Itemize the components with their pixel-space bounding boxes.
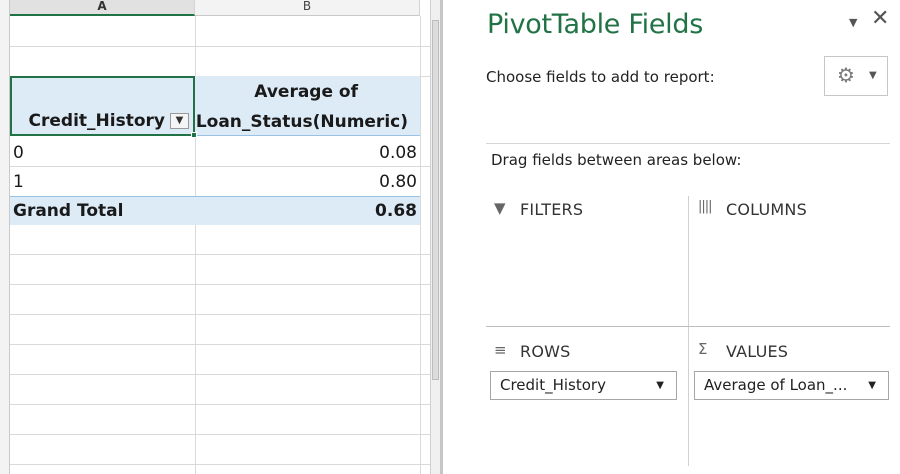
close-icon[interactable]: ✕ [871, 8, 889, 30]
row-header-label: Credit_History [28, 111, 165, 131]
filter-dropdown-icon[interactable]: ▼ [170, 113, 189, 129]
grid-line [420, 16, 421, 474]
pivot-value-header-cell[interactable]: Average of Loan_Status(Numeric) [195, 76, 420, 136]
sigma-icon: Σ [698, 340, 708, 358]
chevron-down-icon[interactable]: ▼ [868, 380, 876, 391]
columns-area-label: COLUMNS [726, 200, 807, 219]
selection-fill-handle[interactable] [191, 132, 197, 138]
value-header-line2: Loan_Status(Numeric) [195, 112, 408, 132]
grid-line [10, 314, 430, 315]
divider [486, 143, 890, 144]
grid-line [10, 434, 430, 435]
row-value-0[interactable]: 0.08 [379, 143, 417, 163]
row-label-0[interactable]: 0 [13, 143, 24, 163]
grand-total-value: 0.68 [375, 201, 417, 221]
values-area-label: VALUES [726, 342, 789, 361]
filter-icon: ▼ [494, 199, 506, 217]
pivottable-fields-pane: PivotTable Fields ▼ ✕ Choose fields to a… [440, 0, 900, 474]
grid-line [10, 344, 430, 345]
values-field-label: Average of Loan_... [704, 376, 848, 394]
drag-fields-label: Drag fields between areas below: [491, 151, 742, 169]
grid-line [10, 404, 430, 405]
rows-field-chip[interactable]: Credit_History ▼ [490, 371, 677, 400]
rows-area-label: ROWS [520, 342, 571, 361]
grid-line [10, 46, 430, 47]
spreadsheet-grid[interactable]: A B Average of Loan_Status(Numeric) Cred… [0, 0, 440, 474]
row-label-1[interactable]: 1 [13, 172, 24, 192]
grid-line [10, 254, 430, 255]
grid-line [10, 464, 430, 465]
grid-line [10, 284, 430, 285]
chevron-down-icon[interactable]: ▼ [849, 16, 857, 29]
scrollbar-thumb[interactable] [432, 20, 439, 380]
choose-fields-label: Choose fields to add to report: [486, 68, 715, 86]
chevron-down-icon: ▼ [869, 70, 877, 81]
column-header-b[interactable]: B [195, 0, 420, 16]
columns-icon: |||| [698, 199, 712, 214]
value-header-line1: Average of [254, 82, 358, 102]
row-value-1[interactable]: 0.80 [379, 172, 417, 192]
grid-line [10, 374, 430, 375]
rows-field-label: Credit_History [500, 376, 606, 394]
filters-area-label: FILTERS [520, 200, 584, 219]
vertical-scrollbar[interactable] [430, 0, 440, 474]
column-header-a[interactable]: A [10, 0, 195, 16]
row-header-strip [0, 0, 10, 474]
rows-icon: ≡ [494, 341, 507, 359]
values-field-chip[interactable]: Average of Loan_... ▼ [694, 371, 889, 400]
grid-line [10, 166, 430, 167]
grand-total-label: Grand Total [13, 201, 124, 221]
chevron-down-icon[interactable]: ▼ [656, 380, 664, 391]
grand-total-row[interactable]: Grand Total 0.68 [10, 196, 420, 225]
area-divider-vertical [688, 196, 689, 466]
gear-icon: ⚙ [837, 63, 855, 87]
area-divider-horizontal [486, 326, 890, 327]
pane-title: PivotTable Fields [487, 9, 703, 40]
tools-button[interactable]: ⚙ ▼ [824, 56, 888, 96]
pivot-row-header-cell[interactable]: Credit_History ▼ [10, 76, 195, 136]
